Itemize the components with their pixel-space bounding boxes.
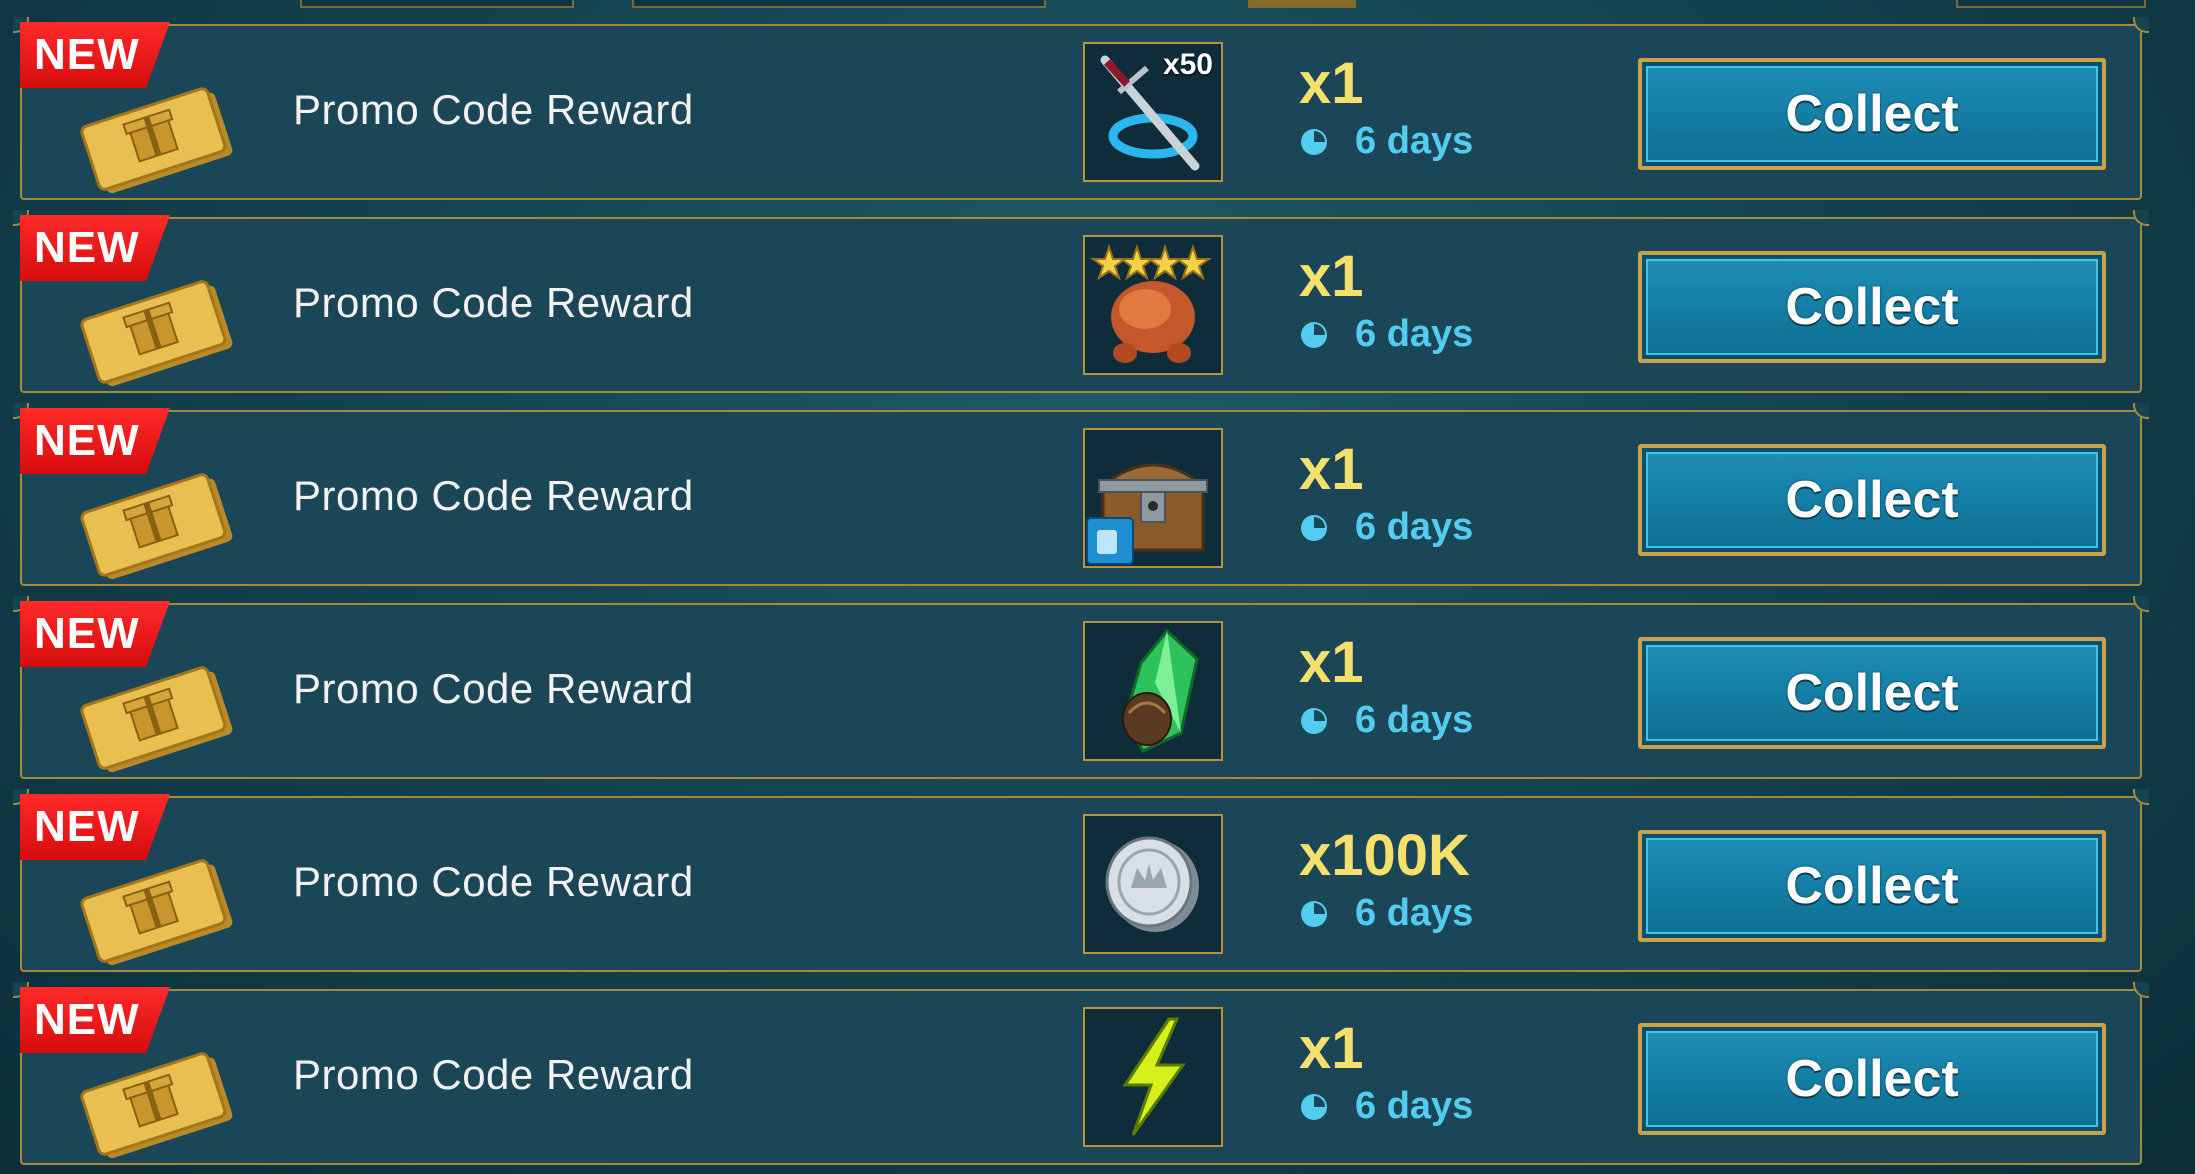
roast-chicken-4star-icon [1089,243,1213,363]
new-badge: NEW [20,408,170,474]
time-left: 6 days [1355,1085,1474,1127]
reward-timer: 6 days [1299,120,1473,163]
item-count-overlay: x50 [1162,48,1213,81]
new-badge: NEW [20,215,170,281]
new-badge: NEW [20,601,170,667]
reward-quantity: x1 [1299,1016,1364,1081]
reward-timer: 6 days [1299,313,1473,356]
clock-icon [1301,128,1327,155]
time-left: 6 days [1355,120,1474,162]
reward-quantity: x1 [1299,630,1364,695]
reward-title: Promo Code Reward [293,1051,694,1098]
reward-item-slot [1083,428,1223,568]
time-left: 6 days [1355,313,1474,355]
reward-quantity: x100K [1299,823,1470,888]
gift-ticket-icon [80,473,233,580]
collect-button[interactable]: Collect [1638,58,2106,170]
reward-item-slot [1083,814,1223,954]
green-crystal-icon [1122,628,1199,753]
new-badge: NEW [20,794,170,860]
reward-title: Promo Code Reward [293,86,694,133]
reward-row: NEW Promo Code Reward x50 x1 6 days Coll… [13,17,2149,200]
gift-ticket-icon [80,1052,233,1159]
collect-button[interactable]: Collect [1638,637,2106,749]
reward-item-slot: x50 [1083,42,1223,182]
reward-title: Promo Code Reward [293,472,694,519]
new-badge: NEW [20,987,170,1053]
reward-timer: 6 days [1299,506,1473,549]
reward-list: NEW Promo Code Reward x50 x1 6 days Coll… [0,0,2195,1174]
reward-row: NEW Promo Code Reward x1 6 days Collect [13,210,2149,393]
reward-row: NEW Promo Code Reward x1 6 days Collect [13,403,2149,586]
collect-button[interactable]: Collect [1638,444,2106,556]
gift-ticket-icon [80,87,233,194]
time-left: 6 days [1355,506,1474,548]
reward-row: NEW Promo Code Reward x100K 6 days Colle… [13,789,2149,972]
gift-ticket-icon [80,666,233,773]
reward-item-slot [1083,621,1223,761]
reward-timer: 6 days [1299,892,1473,935]
reward-quantity: x1 [1299,437,1364,502]
collect-button[interactable]: Collect [1638,1023,2106,1135]
reward-row: NEW Promo Code Reward x1 6 days Collect [13,596,2149,779]
collect-button[interactable]: Collect [1638,251,2106,363]
collect-button[interactable]: Collect [1638,830,2106,942]
clock-icon [1301,514,1327,541]
reward-quantity: x1 [1299,244,1364,309]
clock-icon [1301,900,1327,927]
treasure-chest-icon [1086,463,1208,565]
reward-timer: 6 days [1299,1085,1473,1128]
reward-title: Promo Code Reward [293,665,694,712]
reward-timer: 6 days [1299,699,1473,742]
new-badge: NEW [20,22,170,88]
reward-item-slot [1083,235,1223,375]
energy-bolt-icon [1122,1017,1186,1136]
time-left: 6 days [1355,699,1474,741]
reward-row: NEW Promo Code Reward x1 6 days Collect [13,982,2149,1165]
reward-title: Promo Code Reward [293,279,694,326]
gift-ticket-icon [80,280,233,387]
gift-ticket-icon [80,859,233,966]
clock-icon [1301,1093,1327,1120]
reward-quantity: x1 [1299,51,1364,116]
clock-icon [1301,707,1327,734]
time-left: 6 days [1355,892,1474,934]
silver-coin-icon [1105,836,1199,932]
reward-title: Promo Code Reward [293,858,694,905]
clock-icon [1301,321,1327,348]
reward-item-slot [1083,1007,1223,1147]
